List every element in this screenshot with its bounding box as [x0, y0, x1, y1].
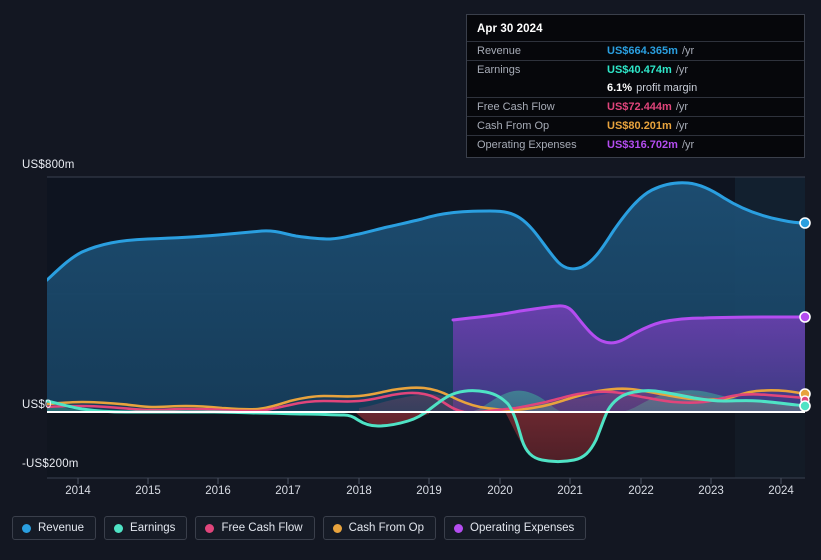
tooltip-row-free-cash-flow: Free Cash Flow US$72.444m /yr — [467, 97, 804, 116]
legend-label-earnings: Earnings — [130, 522, 176, 534]
tooltip-value-revenue: US$664.365m — [607, 45, 678, 57]
tooltip-value-cash-from-op: US$80.201m — [607, 120, 672, 132]
tooltip-row-earnings: Earnings US$40.474m /yr — [467, 60, 804, 79]
tooltip-date: Apr 30 2024 — [477, 23, 543, 35]
plot-background-negative — [47, 412, 805, 478]
legend-item-revenue[interactable]: Revenue — [12, 516, 97, 540]
endpoint-revenue — [799, 217, 811, 229]
financial-area-chart: US$800m US$0 -US$200m 2014 2015 2016 201… — [0, 0, 821, 560]
x-axis-label-2019: 2019 — [416, 485, 442, 497]
x-axis-label-2023: 2023 — [698, 485, 724, 497]
tooltip-key-free-cash-flow: Free Cash Flow — [477, 101, 555, 113]
legend-dot-icon-revenue — [22, 523, 31, 533]
x-axis-label-2015: 2015 — [135, 485, 161, 497]
y-axis-label-800m: US$800m — [22, 159, 75, 171]
tooltip-unit-operating-expenses: /yr — [681, 139, 695, 151]
endpoint-opex — [799, 311, 811, 323]
legend-item-earnings[interactable]: Earnings — [104, 516, 188, 540]
tooltip-row-operating-expenses: Operating Expenses US$316.702m /yr — [467, 135, 804, 154]
tooltip-unit-profit-margin: profit margin — [636, 82, 698, 94]
x-axis-label-2024: 2024 — [768, 485, 794, 497]
x-axis-label-2014: 2014 — [65, 485, 91, 497]
legend-item-free-cash-flow[interactable]: Free Cash Flow — [195, 516, 315, 540]
tooltip-key-operating-expenses: Operating Expenses — [477, 139, 577, 151]
tooltip-value-free-cash-flow: US$72.444m — [607, 101, 672, 113]
legend-label-revenue: Revenue — [38, 522, 85, 534]
tooltip-value-operating-expenses: US$316.702m — [607, 139, 678, 151]
legend-dot-icon-operating-expenses — [454, 523, 464, 533]
tooltip-unit-earnings: /yr — [675, 64, 689, 76]
x-axis-label-2022: 2022 — [628, 485, 654, 497]
tooltip-value-profit-margin: 6.1% — [607, 82, 633, 94]
legend-item-cash-from-op[interactable]: Cash From Op — [322, 516, 437, 540]
legend-dot-icon-cash-from-op — [332, 523, 342, 533]
legend-label-cash-from-op: Cash From Op — [348, 522, 425, 534]
legend-label-operating-expenses: Operating Expenses — [470, 522, 575, 534]
y-axis-label-zero: US$0 — [22, 399, 52, 411]
chart-tooltip: Apr 30 2024 Revenue US$664.365m /yr Earn… — [466, 14, 805, 158]
tooltip-unit-free-cash-flow: /yr — [675, 101, 689, 113]
x-axis-label-2020: 2020 — [487, 485, 513, 497]
legend-dot-icon-earnings — [114, 523, 124, 533]
y-axis-label-neg200m: -US$200m — [22, 458, 79, 470]
x-axis-label-2017: 2017 — [275, 485, 301, 497]
tooltip-key-earnings: Earnings — [477, 64, 521, 76]
tooltip-unit-revenue: /yr — [681, 45, 695, 57]
x-tick-marks — [77, 478, 782, 484]
tooltip-row-profit-margin: 6.1% profit margin — [467, 79, 804, 97]
chart-legend: Revenue Earnings Free Cash Flow Cash Fro… — [12, 516, 587, 540]
x-axis-label-2018: 2018 — [346, 485, 372, 497]
tooltip-value-earnings: US$40.474m — [607, 64, 672, 76]
tooltip-row-revenue: Revenue US$664.365m /yr — [467, 41, 804, 60]
endpoint-earnings — [799, 400, 811, 412]
legend-dot-icon-free-cash-flow — [205, 523, 215, 533]
x-axis-label-2016: 2016 — [205, 485, 231, 497]
tooltip-unit-cash-from-op: /yr — [675, 120, 689, 132]
legend-item-operating-expenses[interactable]: Operating Expenses — [444, 516, 587, 540]
tooltip-row-cash-from-op: Cash From Op US$80.201m /yr — [467, 116, 804, 135]
forecast-region-negative — [735, 412, 805, 478]
tooltip-key-revenue: Revenue — [477, 45, 522, 57]
tooltip-key-cash-from-op: Cash From Op — [477, 120, 550, 132]
x-axis-label-2021: 2021 — [557, 485, 583, 497]
legend-label-free-cash-flow: Free Cash Flow — [221, 522, 303, 534]
